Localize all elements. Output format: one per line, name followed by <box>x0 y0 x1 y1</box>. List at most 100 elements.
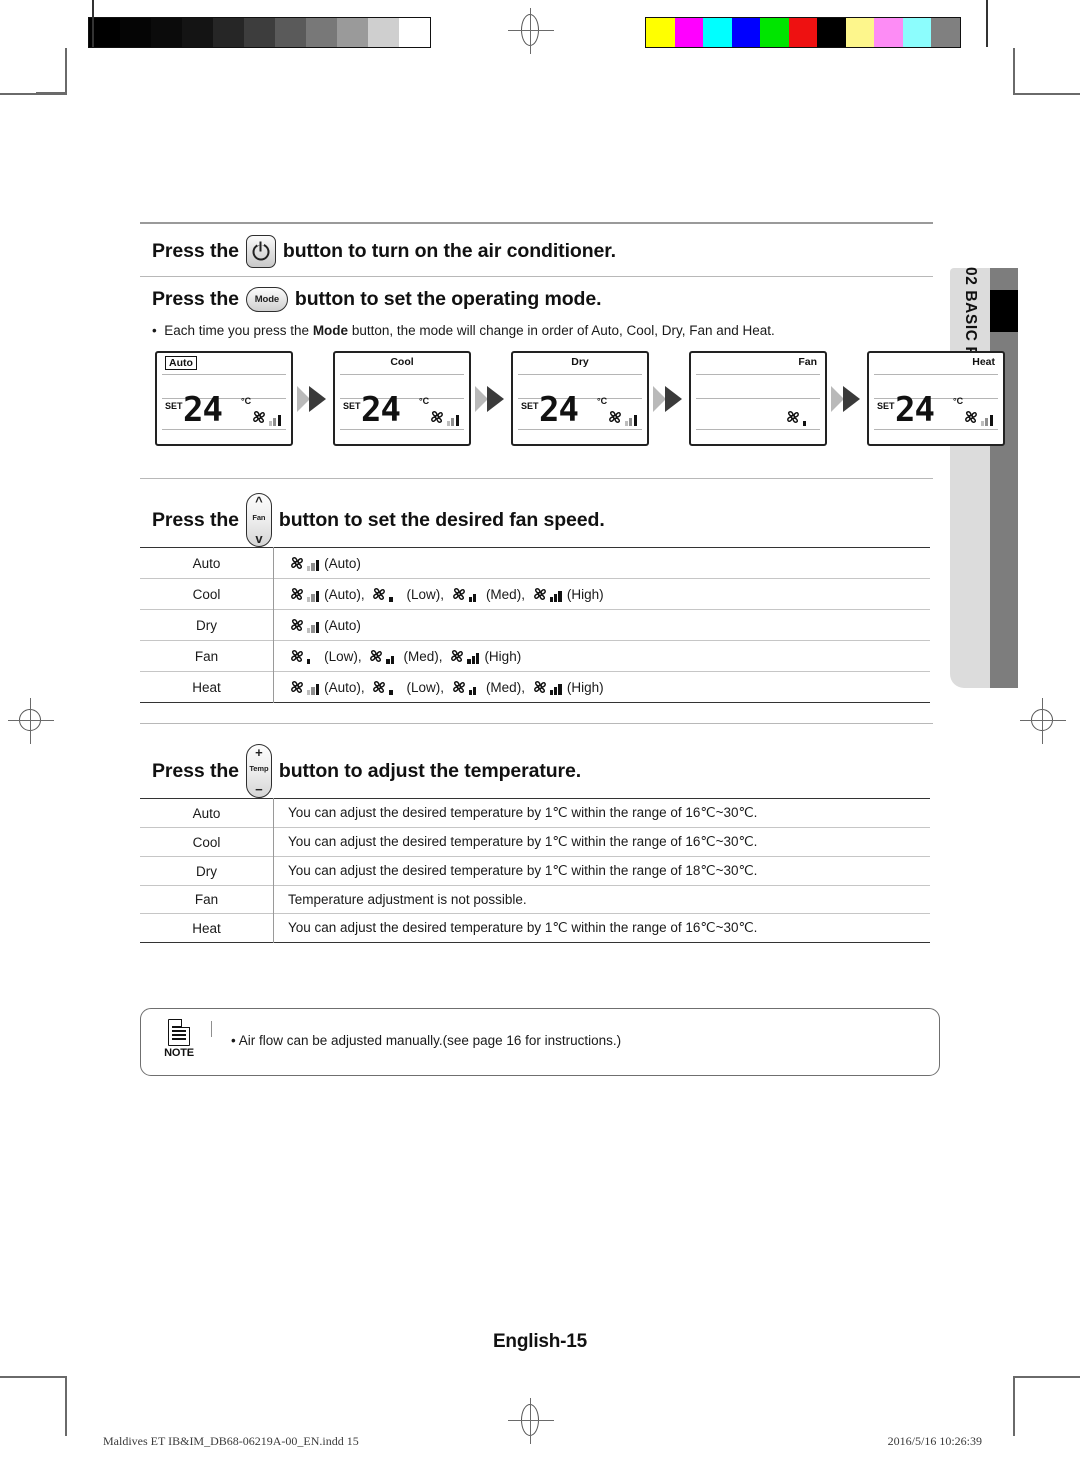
table-row: Heat (Auto), (Low), (Med), (High) <box>140 671 930 703</box>
arrow-icon <box>297 385 329 412</box>
heading-mode: Press the Mode button to set the operati… <box>152 287 602 312</box>
temp-row-mode: Auto <box>140 798 274 828</box>
fan-speed-icon-auto <box>606 408 638 426</box>
temp-row-text: You can adjust the desired temperature b… <box>288 834 758 849</box>
temp-row-text: Temperature adjustment is not possible. <box>288 892 527 907</box>
fan-level-bars-high <box>549 680 563 695</box>
fan-blade-icon <box>452 588 465 600</box>
table-row: Dry (Auto) <box>140 609 931 641</box>
lcd-unit: °C <box>419 396 430 406</box>
lcd-temperature: 24 <box>361 390 401 430</box>
table-row: Cool You can adjust the desired temperatu… <box>140 827 930 857</box>
heading-power-after: button to turn on the air conditioner. <box>282 240 616 262</box>
fan-speed-icon-auto <box>428 408 460 426</box>
fan-blade-icon <box>291 557 303 569</box>
manual-page: 02 BASIC FUNCTION Press the button to tu… <box>0 0 1080 1464</box>
fan-speed-icon-high <box>531 678 563 696</box>
page-number: English-15 <box>492 1331 588 1352</box>
divider-fan-top <box>140 478 933 480</box>
temp-row-text: You can adjust the desired temperature b… <box>288 805 758 820</box>
fan-blade-icon <box>291 619 303 631</box>
fan-level-bars-high <box>467 649 480 664</box>
lcd-set-label: SET <box>165 401 183 411</box>
fan-speed-icon-auto <box>288 585 320 603</box>
fan-blade-icon <box>291 681 303 693</box>
note-text: • Air flow can be adjusted manually.(see… <box>231 1033 622 1048</box>
fan-blade-icon <box>291 650 303 662</box>
power-icon <box>252 240 270 260</box>
fan-blade-icon <box>533 588 546 600</box>
fan-level-bars-auto <box>980 408 994 426</box>
fan-speed-icon-auto <box>250 408 282 426</box>
temp-row-text: You can adjust the desired temperature b… <box>288 920 758 935</box>
fan-level-bars-low <box>389 587 402 602</box>
thumb-index-marker <box>990 290 1018 332</box>
fan-blade-icon <box>373 588 386 600</box>
heading-fan-after: button to set the desired fan speed. <box>278 508 605 531</box>
fan-speed-icon-high <box>531 585 563 603</box>
fan-speed-icon-high <box>448 647 480 665</box>
fan-blade-icon <box>291 588 303 600</box>
fan-speed-entry: (High) <box>531 585 604 603</box>
fan-speed-label: (Low), <box>406 586 445 602</box>
heading-fan-before: Press the <box>152 508 239 531</box>
heading-mode-before: Press the <box>152 288 239 310</box>
power-button[interactable] <box>245 235 276 268</box>
mode-bullet: • Each time you press the Mode button, t… <box>152 323 775 338</box>
fan-level-bars-auto <box>307 556 320 571</box>
fan-level-bars-auto <box>307 680 320 695</box>
fan-blade-icon <box>608 411 621 423</box>
lcd-mode-boxed: Auto <box>165 356 197 370</box>
lcd-temperature: 24 <box>539 390 579 430</box>
fan-level-bars-med <box>468 587 482 602</box>
heading-power-before: Press the <box>152 240 239 262</box>
heading-temp: Press the + Temp − button to adjust the … <box>152 744 581 798</box>
lcd-display-auto: Auto SET 24 °C <box>155 351 293 446</box>
fan-speed-entry: (Auto) <box>288 554 361 572</box>
fan-row-mode: Cool <box>140 578 274 610</box>
lcd-display-fan: Fan <box>689 351 827 446</box>
lcd-mode-label: Cool <box>390 356 414 368</box>
plus-icon: + <box>255 745 263 760</box>
fan-level-bars-med <box>468 680 482 695</box>
lcd-mode-label: Fan <box>798 356 817 368</box>
table-row: Heat You can adjust the desired temperatu… <box>140 913 930 943</box>
mode-sequence-diagram: Auto SET 24 °C Cool SET 24 °C Dry SET 24 °C Fan Heat S… <box>155 351 1005 446</box>
table-row: Fan (Low), (Med), (High) <box>140 640 930 672</box>
fan-speed-icon-auto <box>288 616 320 634</box>
lcd-mode-label: Auto <box>157 356 291 370</box>
temperature-table: Auto You can adjust the desired temperatu… <box>140 798 930 943</box>
fan-button[interactable]: ^ Fan v <box>245 493 272 547</box>
fan-level-bars-high <box>549 587 563 602</box>
fan-blade-icon <box>533 681 546 693</box>
fan-speed-label: (Auto) <box>324 555 361 571</box>
fan-speed-label: (Auto), <box>324 586 365 602</box>
fan-speed-label: (High) <box>566 679 604 695</box>
fan-row-speeds: (Auto), (Low), (Med), (High) <box>274 579 931 610</box>
note-divider <box>211 1021 213 1037</box>
fan-speed-label: (Med), <box>485 679 525 695</box>
fan-row-mode: Fan <box>140 640 274 672</box>
chevron-down-icon: v <box>255 531 263 546</box>
divider-power-top <box>140 222 933 224</box>
fan-blade-icon <box>252 411 265 423</box>
chevron-up-icon: ^ <box>255 494 263 509</box>
minus-icon: − <box>255 782 263 797</box>
fan-row-speeds: (Auto) <box>274 610 931 641</box>
fan-blade-icon <box>451 650 464 662</box>
lcd-mode-label: Dry <box>571 356 589 368</box>
temp-button[interactable]: + Temp − <box>245 744 272 798</box>
fan-speed-icon-auto <box>288 554 320 572</box>
mode-button[interactable]: Mode <box>245 287 288 312</box>
table-row: Fan Temperature adjustment is not possibl… <box>140 885 930 914</box>
fan-row-mode: Heat <box>140 671 274 703</box>
lcd-fan-indicator <box>250 408 282 426</box>
fan-speed-entry: (Auto) <box>288 616 361 634</box>
fan-speed-table: Auto (Auto) Cool (Auto), (Low), (Med), (Hi… <box>140 547 930 703</box>
fan-speed-entry: (Low), <box>370 678 444 696</box>
divider-temp-top <box>140 723 933 725</box>
fan-blade-icon <box>430 411 443 423</box>
table-row: Cool (Auto), (Low), (Med), (High) <box>140 578 931 610</box>
fan-speed-entry: (High) <box>531 678 604 696</box>
fan-row-speeds: (Auto) <box>274 548 931 579</box>
